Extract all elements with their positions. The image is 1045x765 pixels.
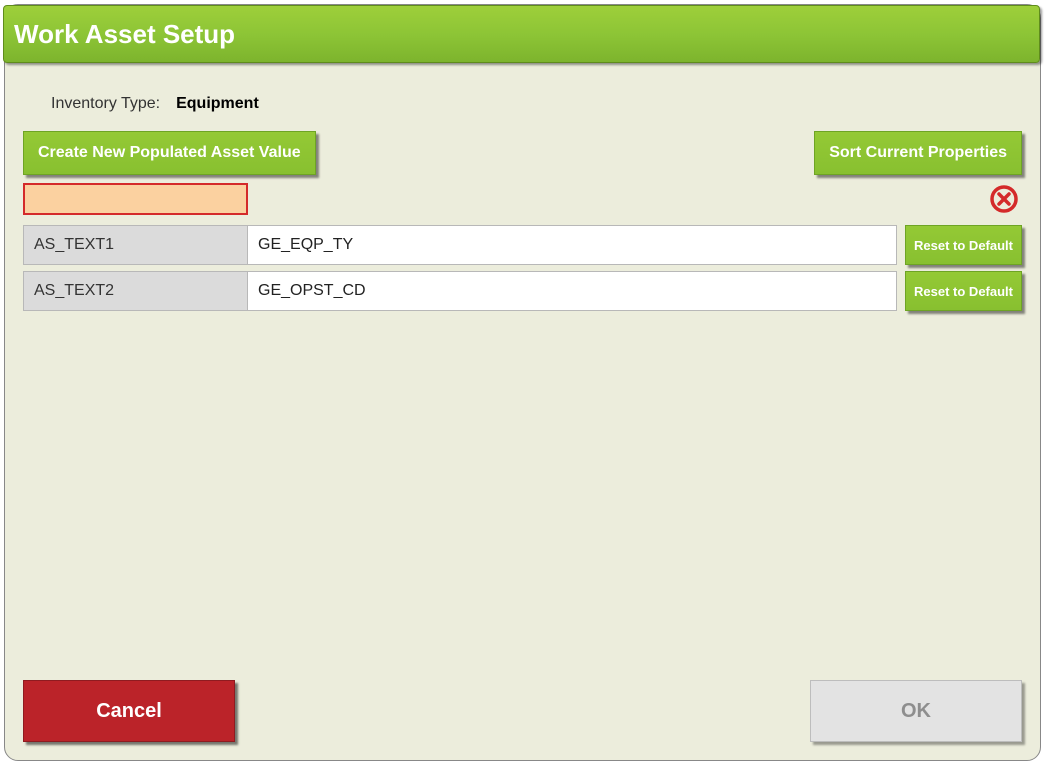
inventory-type-label: Inventory Type: xyxy=(51,95,160,113)
dialog-title: Work Asset Setup xyxy=(14,19,235,50)
property-table: AS_TEXT1 GE_EQP_TY Reset to Default AS_T… xyxy=(23,225,1022,311)
property-key: AS_TEXT2 xyxy=(23,271,248,311)
reset-to-default-button[interactable]: Reset to Default xyxy=(905,271,1022,311)
filter-row xyxy=(23,183,1022,215)
close-icon[interactable] xyxy=(989,184,1019,214)
table-row: AS_TEXT1 GE_EQP_TY Reset to Default xyxy=(23,225,1022,265)
property-value[interactable]: GE_EQP_TY xyxy=(248,225,897,265)
sort-properties-button[interactable]: Sort Current Properties xyxy=(814,131,1022,175)
property-key: AS_TEXT1 xyxy=(23,225,248,265)
filter-input[interactable] xyxy=(23,183,248,215)
dialog-content: Inventory Type: Equipment Create New Pop… xyxy=(5,75,1040,760)
property-value[interactable]: GE_OPST_CD xyxy=(248,271,897,311)
cancel-button[interactable]: Cancel xyxy=(23,680,235,742)
table-row: AS_TEXT2 GE_OPST_CD Reset to Default xyxy=(23,271,1022,311)
reset-to-default-button[interactable]: Reset to Default xyxy=(905,225,1022,265)
inventory-type-row: Inventory Type: Equipment xyxy=(23,95,1022,113)
inventory-type-value: Equipment xyxy=(176,95,259,113)
work-asset-setup-dialog: Work Asset Setup Inventory Type: Equipme… xyxy=(4,4,1041,761)
dialog-footer: Cancel OK xyxy=(23,680,1022,742)
toolbar: Create New Populated Asset Value Sort Cu… xyxy=(23,131,1022,175)
create-new-asset-button[interactable]: Create New Populated Asset Value xyxy=(23,131,316,175)
ok-button[interactable]: OK xyxy=(810,680,1022,742)
title-bar: Work Asset Setup xyxy=(3,5,1040,63)
